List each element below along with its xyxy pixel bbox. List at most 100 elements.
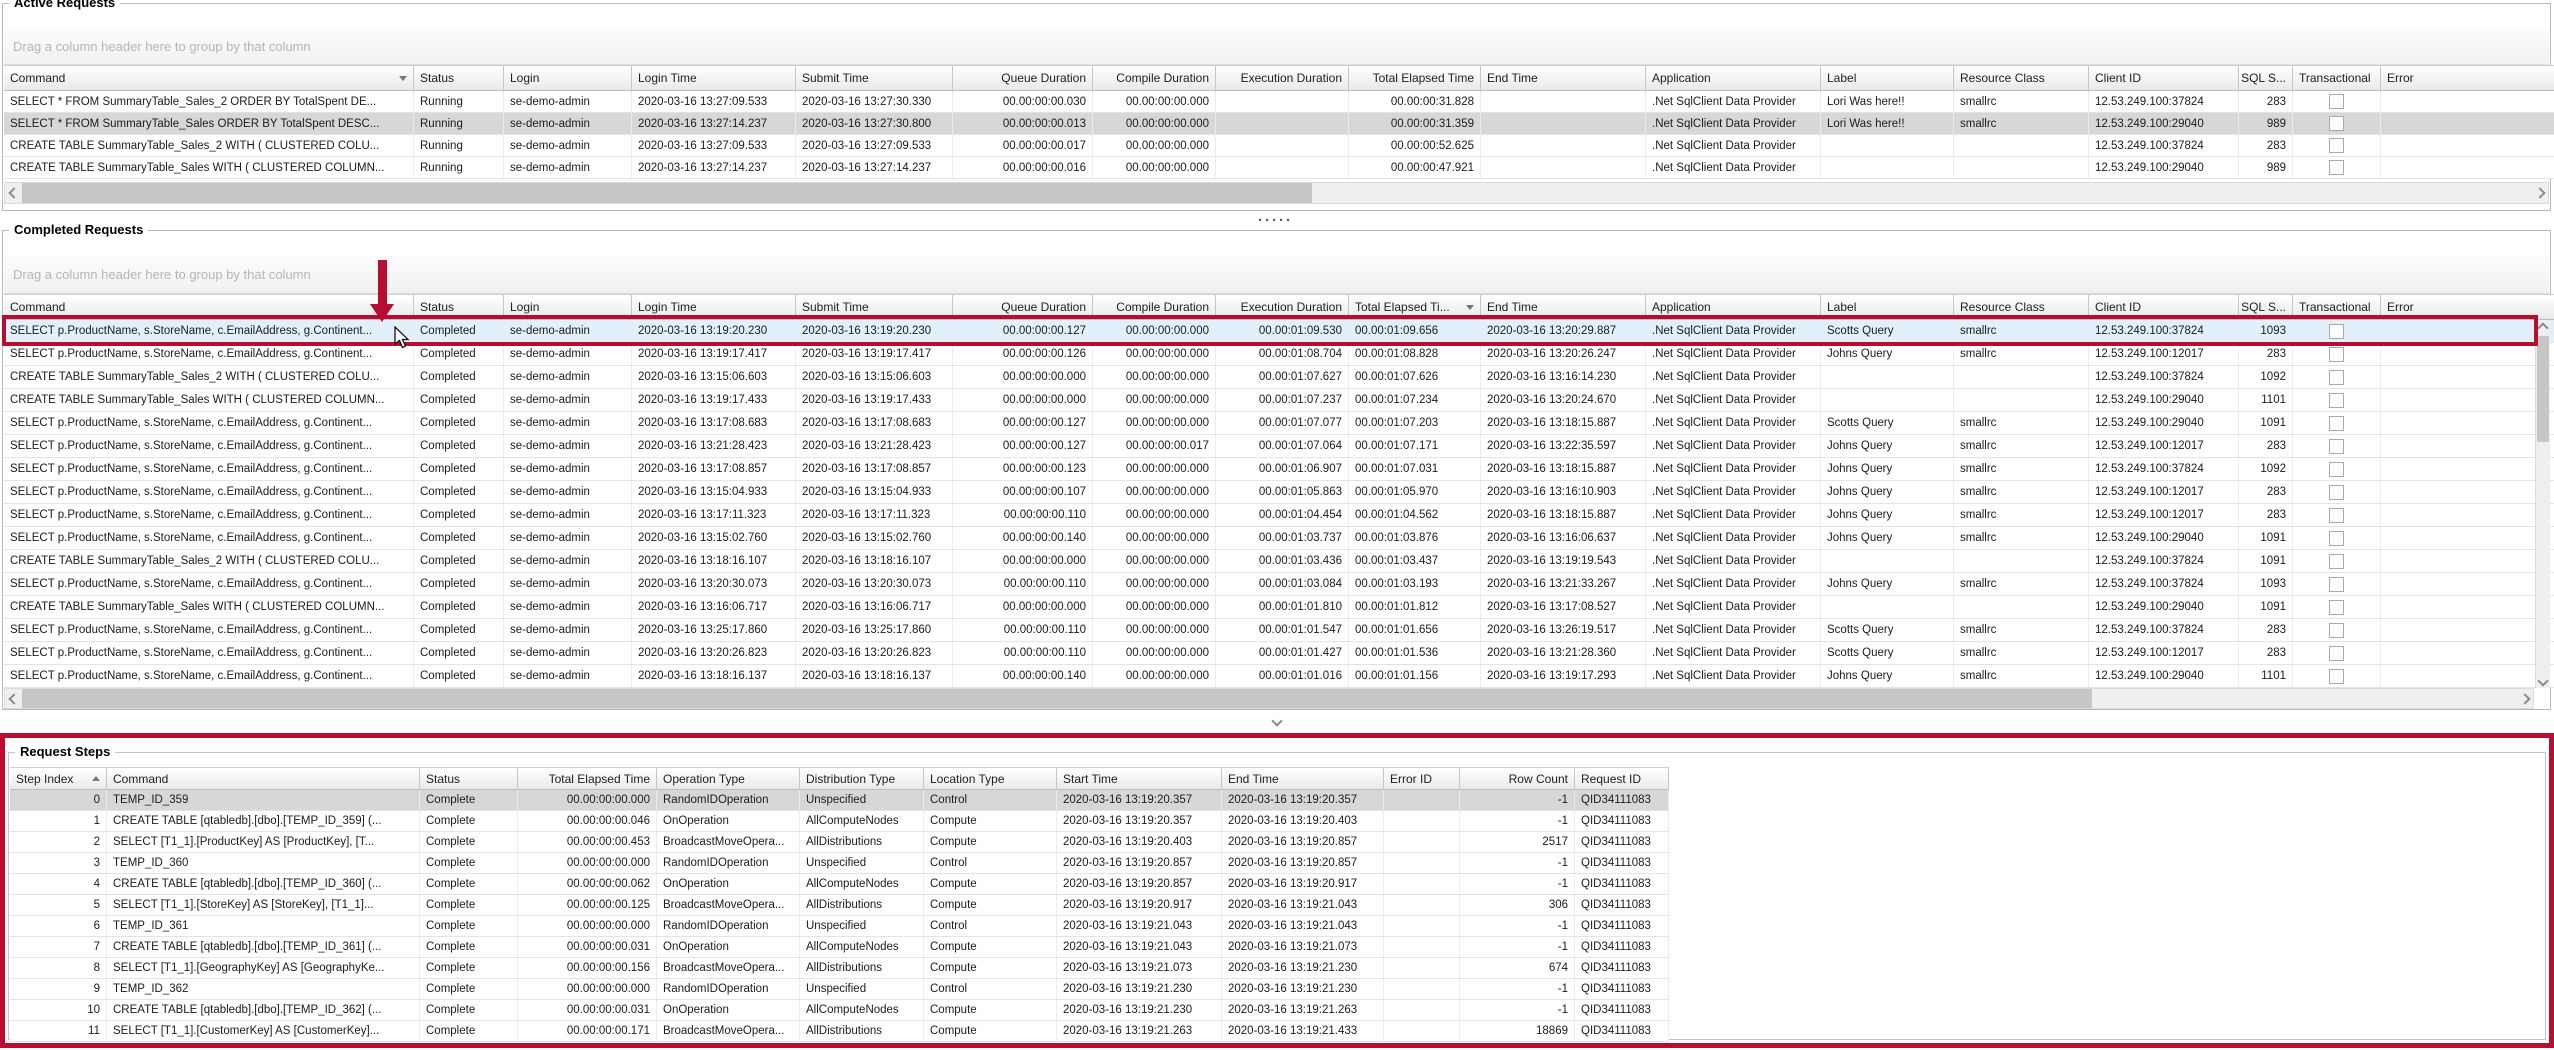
column-header-login_time[interactable]: Login Time	[632, 295, 796, 319]
request-step-row[interactable]: 9TEMP_ID_362Complete00.00:00:00.000Rando…	[10, 979, 1669, 1000]
transactional-checkbox[interactable]	[2329, 623, 2344, 638]
column-header-queue[interactable]: Queue Duration	[953, 295, 1093, 319]
column-header-command[interactable]: Command	[4, 66, 414, 90]
request-step-row[interactable]: 10CREATE TABLE [qtabledb].[dbo].[TEMP_ID…	[10, 1000, 1669, 1021]
completed-request-row[interactable]: SELECT p.ProductName, s.StoreName, c.Ema…	[4, 320, 2554, 343]
column-header-submit_time[interactable]: Submit Time	[796, 295, 953, 319]
request-step-row[interactable]: 7CREATE TABLE [qtabledb].[dbo].[TEMP_ID_…	[10, 937, 1669, 958]
transactional-checkbox[interactable]	[2329, 646, 2344, 661]
column-header-total[interactable]: Total Elapsed Time	[518, 768, 657, 789]
request-step-row[interactable]: 11SELECT [T1_1].[CustomerKey] AS [Custom…	[10, 1021, 1669, 1042]
transactional-checkbox[interactable]	[2329, 138, 2344, 153]
completed-request-row[interactable]: SELECT p.ProductName, s.StoreName, c.Ema…	[4, 458, 2554, 481]
column-header-label[interactable]: Label	[1821, 66, 1954, 90]
transactional-checkbox[interactable]	[2329, 160, 2344, 175]
column-header-compile[interactable]: Compile Duration	[1093, 66, 1216, 90]
request-step-row[interactable]: 8SELECT [T1_1].[GeographyKey] AS [Geogra…	[10, 958, 1669, 979]
transactional-checkbox[interactable]	[2329, 94, 2344, 109]
transactional-checkbox[interactable]	[2329, 370, 2344, 385]
completed-request-row[interactable]: CREATE TABLE SummaryTable_Sales_2 WITH (…	[4, 366, 2554, 389]
transactional-checkbox[interactable]	[2329, 393, 2344, 408]
column-header-rowcount[interactable]: Row Count	[1460, 768, 1575, 789]
column-header-client[interactable]: Client ID	[2089, 295, 2239, 319]
column-header-sql[interactable]: SQL S...	[2239, 66, 2293, 90]
column-header-end[interactable]: End Time	[1481, 295, 1646, 319]
column-header-app[interactable]: Application	[1646, 295, 1821, 319]
column-header-status[interactable]: Status	[414, 66, 504, 90]
column-header-client[interactable]: Client ID	[2089, 66, 2239, 90]
collapse-panel-button[interactable]	[1264, 713, 1290, 729]
request-step-row[interactable]: 0TEMP_ID_359Complete00.00:00:00.000Rando…	[10, 790, 1669, 811]
column-header-errid[interactable]: Error ID	[1384, 768, 1460, 789]
completed-request-row[interactable]: SELECT p.ProductName, s.StoreName, c.Ema…	[4, 527, 2554, 550]
column-header-total[interactable]: Total Elapsed Ti...	[1349, 295, 1481, 319]
scroll-down-button[interactable]	[2536, 673, 2550, 688]
transactional-checkbox[interactable]	[2329, 439, 2344, 454]
column-header-start[interactable]: Start Time	[1057, 768, 1222, 789]
scrollbar-thumb[interactable]	[22, 183, 1312, 203]
column-header-compile[interactable]: Compile Duration	[1093, 295, 1216, 319]
transactional-checkbox[interactable]	[2329, 324, 2344, 339]
request-step-row[interactable]: 6TEMP_ID_361Complete00.00:00:00.000Rando…	[10, 916, 1669, 937]
column-header-op[interactable]: Operation Type	[657, 768, 800, 789]
column-header-error[interactable]: Error	[2381, 295, 2554, 319]
completed-request-row[interactable]: CREATE TABLE SummaryTable_Sales WITH ( C…	[4, 389, 2554, 412]
transactional-checkbox[interactable]	[2329, 485, 2344, 500]
column-header-login[interactable]: Login	[504, 66, 632, 90]
completed-request-row[interactable]: SELECT p.ProductName, s.StoreName, c.Ema…	[4, 504, 2554, 527]
transactional-checkbox[interactable]	[2329, 554, 2344, 569]
column-header-rc[interactable]: Resource Class	[1954, 66, 2089, 90]
completed-vertical-scrollbar[interactable]	[2535, 320, 2550, 688]
column-header-login[interactable]: Login	[504, 295, 632, 319]
completed-group-by-bar[interactable]: Drag a column header here to group by th…	[4, 256, 2549, 294]
column-header-command[interactable]: Command	[4, 295, 414, 319]
transactional-checkbox[interactable]	[2329, 416, 2344, 431]
column-header-error[interactable]: Error	[2381, 66, 2554, 90]
request-step-row[interactable]: 3TEMP_ID_360Complete00.00:00:00.000Rando…	[10, 853, 1669, 874]
column-header-status[interactable]: Status	[420, 768, 518, 789]
scrollbar-thumb[interactable]	[2537, 336, 2549, 442]
column-header-idx[interactable]: Step Index	[10, 768, 107, 789]
request-step-row[interactable]: 2SELECT [T1_1].[ProductKey] AS [ProductK…	[10, 832, 1669, 853]
scroll-right-button[interactable]	[2531, 183, 2548, 203]
column-header-dist[interactable]: Distribution Type	[800, 768, 924, 789]
column-header-command[interactable]: Command	[107, 768, 420, 789]
transactional-checkbox[interactable]	[2329, 116, 2344, 131]
column-header-trans[interactable]: Transactional	[2293, 295, 2381, 319]
completed-horizontal-scrollbar[interactable]	[4, 688, 2534, 709]
column-header-queue[interactable]: Queue Duration	[953, 66, 1093, 90]
active-group-by-bar[interactable]: Drag a column header here to group by th…	[4, 29, 2549, 65]
completed-request-row[interactable]: SELECT p.ProductName, s.StoreName, c.Ema…	[4, 481, 2554, 504]
column-header-reqid[interactable]: Request ID	[1575, 768, 1669, 789]
scroll-up-button[interactable]	[2536, 320, 2550, 335]
transactional-checkbox[interactable]	[2329, 462, 2344, 477]
column-header-loc[interactable]: Location Type	[924, 768, 1057, 789]
completed-request-row[interactable]: SELECT p.ProductName, s.StoreName, c.Ema…	[4, 619, 2554, 642]
completed-request-row[interactable]: SELECT p.ProductName, s.StoreName, c.Ema…	[4, 573, 2554, 596]
completed-request-row[interactable]: SELECT p.ProductName, s.StoreName, c.Ema…	[4, 435, 2554, 458]
scroll-right-button[interactable]	[2516, 689, 2533, 708]
transactional-checkbox[interactable]	[2329, 531, 2344, 546]
active-request-row[interactable]: CREATE TABLE SummaryTable_Sales_2 WITH (…	[4, 135, 2554, 157]
column-header-end[interactable]: End Time	[1222, 768, 1384, 789]
column-header-trans[interactable]: Transactional	[2293, 66, 2381, 90]
transactional-checkbox[interactable]	[2329, 600, 2344, 615]
column-header-app[interactable]: Application	[1646, 66, 1821, 90]
transactional-checkbox[interactable]	[2329, 347, 2344, 362]
active-request-row[interactable]: CREATE TABLE SummaryTable_Sales WITH ( C…	[4, 157, 2554, 179]
column-header-rc[interactable]: Resource Class	[1954, 295, 2089, 319]
column-header-label[interactable]: Label	[1821, 295, 1954, 319]
transactional-checkbox[interactable]	[2329, 577, 2344, 592]
completed-request-row[interactable]: CREATE TABLE SummaryTable_Sales_2 WITH (…	[4, 550, 2554, 573]
panel-splitter-handle[interactable]: ·····	[1258, 212, 1293, 229]
scrollbar-thumb[interactable]	[22, 689, 2092, 708]
request-step-row[interactable]: 1CREATE TABLE [qtabledb].[dbo].[TEMP_ID_…	[10, 811, 1669, 832]
column-header-end[interactable]: End Time	[1481, 66, 1646, 90]
active-horizontal-scrollbar[interactable]	[4, 182, 2549, 204]
transactional-checkbox[interactable]	[2329, 508, 2344, 523]
active-request-row[interactable]: SELECT * FROM SummaryTable_Sales_2 ORDER…	[4, 91, 2554, 113]
completed-request-row[interactable]: SELECT p.ProductName, s.StoreName, c.Ema…	[4, 412, 2554, 435]
column-header-submit_time[interactable]: Submit Time	[796, 66, 953, 90]
scroll-left-button[interactable]	[5, 183, 22, 203]
request-step-row[interactable]: 4CREATE TABLE [qtabledb].[dbo].[TEMP_ID_…	[10, 874, 1669, 895]
